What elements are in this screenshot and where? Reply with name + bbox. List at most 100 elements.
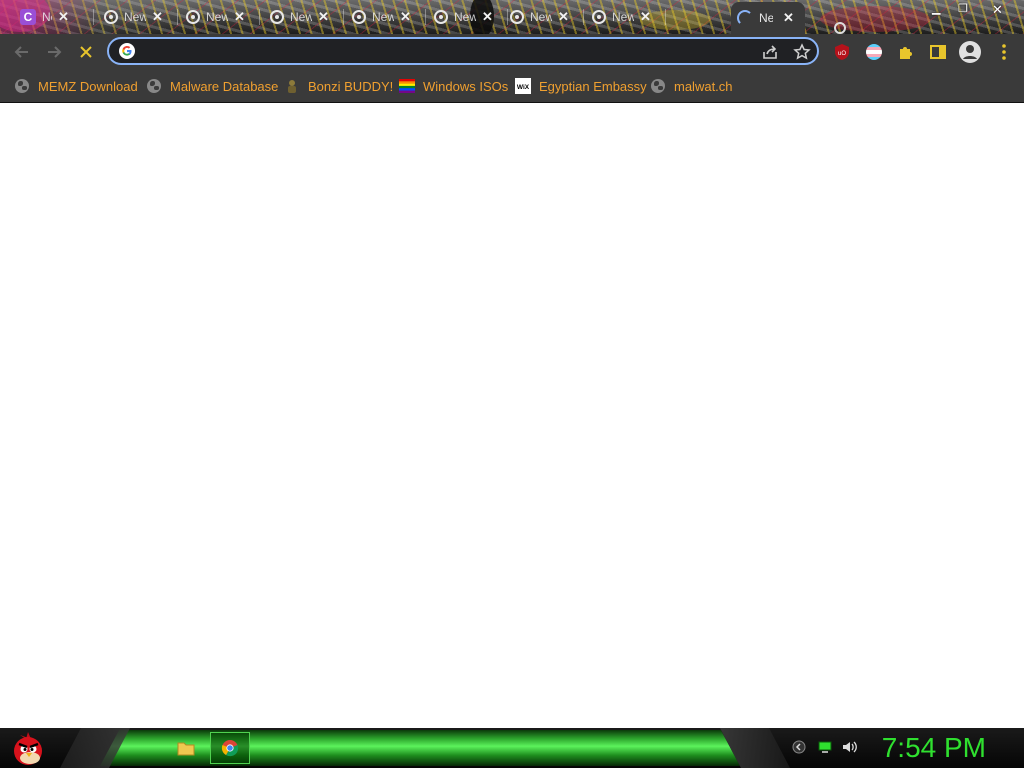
show-hidden-icons-icon[interactable]	[792, 740, 806, 759]
close-icon[interactable]: ✕	[783, 10, 794, 26]
close-icon[interactable]: ✕	[318, 9, 329, 25]
omnibox[interactable]	[107, 37, 819, 65]
arrow-right-icon	[48, 46, 62, 58]
globe-icon	[146, 78, 162, 94]
forward-button[interactable]	[42, 40, 66, 64]
close-icon[interactable]: ✕	[558, 9, 569, 25]
bookmark-malware-database[interactable]: Malware Database	[146, 76, 278, 96]
tab-title: New Tab	[290, 10, 312, 24]
tab-title: New Tab	[42, 10, 52, 24]
extensions-button[interactable]	[896, 42, 916, 62]
toolbar: uO	[0, 34, 1024, 70]
network-icon[interactable]	[818, 740, 832, 759]
bookmark-star-icon[interactable]	[793, 43, 811, 66]
extension-flag-button[interactable]	[864, 42, 884, 62]
svg-text:uO: uO	[838, 51, 846, 57]
side-panel-button[interactable]	[928, 42, 948, 62]
chrome-taskbar-button[interactable]	[210, 732, 250, 764]
bookmark-egyptian-embassy[interactable]: WiX Egyptian Embassy	[515, 76, 647, 96]
stop-loading-button[interactable]	[74, 40, 98, 64]
avatar-icon	[959, 41, 981, 63]
stop-x-icon	[80, 46, 92, 58]
globe-icon	[14, 78, 30, 94]
puzzle-icon	[900, 47, 912, 59]
tab-new-tab[interactable]: New Tab ✕	[264, 4, 344, 30]
menu-button[interactable]	[994, 42, 1014, 62]
taskbar-clock[interactable]: 7:54 PM	[882, 732, 986, 764]
chrome-icon	[592, 10, 606, 24]
close-icon[interactable]: ✕	[400, 9, 411, 25]
page-content	[0, 103, 1024, 728]
restore-icon[interactable]: ❐	[958, 2, 968, 15]
c-logo-icon: C	[20, 9, 36, 25]
taskbar-green-band	[100, 730, 740, 766]
close-window-icon[interactable]: ✕	[992, 2, 1003, 18]
svg-text:WiX: WiX	[517, 84, 530, 91]
rainbow-flag-icon	[399, 78, 415, 94]
bookmark-windows-isos[interactable]: Windows ISOs	[399, 76, 508, 96]
tab-separator	[425, 9, 426, 25]
bookmark-label: malwat.ch	[674, 78, 733, 94]
volume-icon[interactable]	[842, 740, 858, 759]
arrow-left-icon	[14, 46, 28, 58]
bookmark-label: Windows ISOs	[423, 78, 509, 94]
profile-button[interactable]	[958, 40, 982, 64]
chrome-icon	[510, 10, 524, 24]
kebab-menu-icon	[1002, 44, 1006, 60]
tab-separator	[665, 9, 666, 25]
tab-new-tab[interactable]: New Tab ✕	[98, 4, 178, 30]
bookmark-label: Egyptian Embassy	[539, 78, 647, 94]
tab-separator	[259, 9, 260, 25]
chrome-icon	[270, 10, 284, 24]
tab-new-tab[interactable]: New Tab ✕	[428, 4, 508, 30]
share-icon[interactable]	[761, 43, 779, 66]
folder-icon	[177, 742, 195, 756]
back-button[interactable]	[10, 40, 34, 64]
close-icon[interactable]: ✕	[482, 9, 493, 25]
tab-new-tab[interactable]: New Tab ✕	[180, 4, 260, 30]
tab-search-icon[interactable]	[834, 22, 846, 34]
chrome-icon	[352, 10, 366, 24]
tab-new-tab[interactable]: New Tab ✕	[586, 4, 666, 30]
bookmark-label: Malware Database	[170, 78, 279, 94]
tab-separator	[343, 9, 344, 25]
trans-flag-icon	[866, 44, 882, 60]
close-icon[interactable]: ✕	[640, 9, 651, 25]
chrome-icon	[186, 10, 200, 24]
bookmarks-bar: MEMZ Download Malware Database Bonzi BUD…	[0, 70, 1024, 103]
chrome-icon	[104, 10, 118, 24]
tab-separator	[93, 9, 94, 25]
bookmark-memz-download[interactable]: MEMZ Download	[14, 76, 138, 96]
close-icon[interactable]: ✕	[152, 9, 163, 25]
tab-title: New Tab	[612, 10, 634, 24]
file-explorer-button[interactable]	[176, 738, 196, 758]
bookmark-malwatch[interactable]: malwat.ch	[650, 76, 733, 96]
bookmark-bonzi-buddy[interactable]: Bonzi BUDDY!	[284, 76, 393, 96]
angry-bird-icon	[14, 732, 42, 765]
tab-active[interactable]: New Tab ✕	[731, 2, 805, 34]
loading-spinner-icon	[737, 10, 753, 26]
address-input[interactable]	[141, 42, 755, 62]
bookmark-label: MEMZ Download	[38, 78, 138, 94]
tab-strip: C New Tab ✕ New Tab ✕ New Tab ✕ New Tab …	[0, 0, 1024, 34]
tab-new-tab[interactable]: New Tab ✕	[504, 4, 584, 30]
bonzi-buddy-icon	[284, 78, 300, 94]
tab-separator	[177, 9, 178, 25]
tab-title: New Tab	[759, 11, 773, 25]
tab-title: New Tab	[206, 10, 228, 24]
wix-icon: WiX	[515, 78, 531, 94]
tab-separator	[583, 9, 584, 25]
close-icon[interactable]: ✕	[234, 9, 245, 25]
ublock-shield-icon: uO	[835, 44, 849, 60]
tab-title: New Tab	[530, 10, 552, 24]
chrome-icon	[434, 10, 448, 24]
tab-pinned[interactable]: C New Tab ✕	[0, 4, 94, 30]
tab-new-tab[interactable]: New Tab ✕	[346, 4, 426, 30]
start-button[interactable]	[8, 729, 48, 767]
ublock-origin-button[interactable]: uO	[832, 42, 852, 62]
tab-title: New Tab	[372, 10, 394, 24]
close-icon[interactable]: ✕	[58, 9, 69, 25]
tab-title: New Tab	[124, 10, 146, 24]
globe-icon	[650, 78, 666, 94]
minimize-icon[interactable]: ▁	[932, 2, 940, 15]
